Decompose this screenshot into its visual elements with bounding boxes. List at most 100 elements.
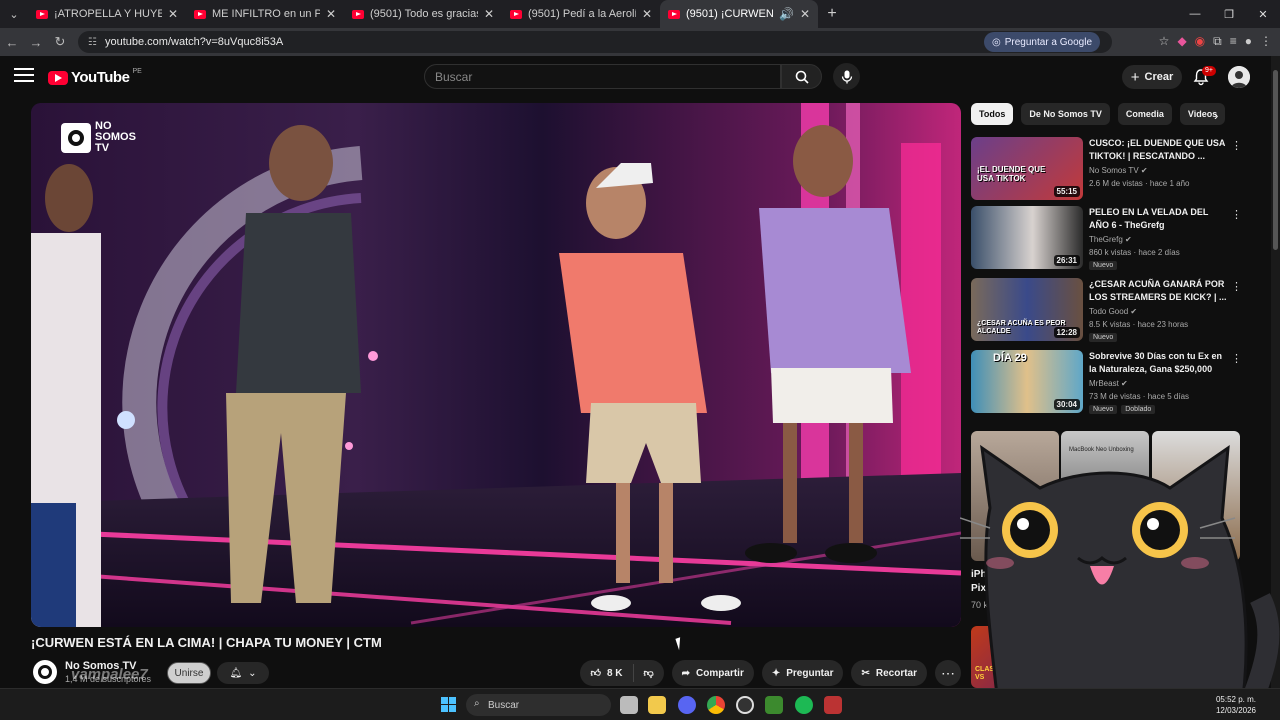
kebab-menu-icon[interactable]: ⋮: [1231, 208, 1242, 221]
ask-google-button[interactable]: ◎ Preguntar a Google: [984, 32, 1101, 52]
badge-row: Nuevo: [1089, 261, 1118, 270]
task-view-icon[interactable]: [620, 696, 638, 714]
short-thumbnail[interactable]: MacBook Neo Unboxing: [1061, 431, 1149, 561]
user-avatar[interactable]: [1228, 66, 1250, 88]
video-title[interactable]: GUARDI Live: [1161, 626, 1231, 639]
minimize-icon[interactable]: —: [1178, 0, 1212, 28]
chip-videos[interactable]: Videos: [1179, 103, 1226, 125]
video-title[interactable]: ¿CESAR ACUÑA GANARÁ POR LOS STREAMERS DE…: [1089, 278, 1227, 304]
kebab-menu-icon[interactable]: ⋮: [1231, 352, 1242, 365]
user-watermark: vampalee7: [71, 666, 148, 683]
browser-tab[interactable]: (9501) Pedí a la Aerolínea que ✕: [502, 0, 660, 28]
tab-search-button[interactable]: ⌄: [0, 0, 28, 28]
puzzle-icon[interactable]: ⧉: [1213, 34, 1222, 49]
browser-tab[interactable]: (9501) Todo es gracias y culpa ✕: [344, 0, 502, 28]
short-thumbnail[interactable]: [971, 431, 1059, 561]
like-count: 8 K: [606, 667, 623, 679]
video-title[interactable]: PELEO EN LA VELADA DEL AÑO 6 - TheGrefg: [1089, 206, 1227, 232]
kebab-menu-icon[interactable]: ⋮: [1231, 139, 1242, 152]
video-thumbnail[interactable]: 26:31: [971, 206, 1083, 269]
browser-tab-active[interactable]: (9501) ¡CURWEN ESTÁ EN LA 🔊 ✕: [660, 0, 818, 28]
channel-name[interactable]: TheGrefg ✔︎: [1089, 235, 1132, 244]
close-window-icon[interactable]: ✕: [1246, 0, 1280, 28]
channel-name[interactable]: Todo Good ✔︎: [1089, 307, 1137, 316]
verified-icon: ✔︎: [1121, 379, 1128, 388]
windows-start-icon[interactable]: [441, 697, 456, 712]
chevron-right-icon[interactable]: ›: [1214, 108, 1218, 123]
voice-search-button[interactable]: [833, 63, 860, 90]
video-player[interactable]: NO SOMOS TV: [31, 103, 961, 627]
search-button[interactable]: [781, 64, 822, 89]
menu-kebab-icon[interactable]: ⋮: [1260, 34, 1272, 49]
short-title[interactable]: iPhone vs Pixel1 3 vs 3: [971, 568, 1031, 596]
tab-close-icon[interactable]: ✕: [326, 7, 336, 21]
video-thumbnail[interactable]: CLASIFICATORIA 5 VS: [971, 626, 1083, 688]
recommendation-item[interactable]: CLASIFICATORIA 5 VS GUARDI Live yZ ⋮: [971, 626, 1242, 688]
kebab-menu-icon[interactable]: ⋮: [1231, 628, 1242, 641]
share-button[interactable]: ➦ Compartir: [671, 660, 754, 686]
chrome-icon[interactable]: [707, 696, 725, 714]
recommendation-item[interactable]: ¡EL DUENDE QUE USA TIKTOK 55:15 CUSCO: ¡…: [971, 137, 1242, 203]
tab-close-icon[interactable]: ✕: [168, 7, 178, 21]
verified-icon: ✔︎: [1130, 307, 1138, 316]
reading-list-icon[interactable]: ≡: [1230, 34, 1237, 49]
search-input[interactable]: Buscar: [424, 64, 781, 89]
tab-close-icon[interactable]: ✕: [642, 7, 652, 21]
channel-name: yZ: [1171, 656, 1180, 665]
video-thumbnail[interactable]: ¡EL DUENDE QUE USA TIKTOK 55:15: [971, 137, 1083, 200]
video-thumbnail[interactable]: DÍA 29 30:04: [971, 350, 1083, 413]
site-info-icon[interactable]: ☷: [88, 37, 97, 48]
taskbar-search[interactable]: ⌕ Buscar: [466, 694, 611, 716]
scrollbar-thumb[interactable]: [1273, 70, 1278, 250]
chip-from-channel[interactable]: De No Somos TV: [1021, 103, 1110, 125]
extension-icon[interactable]: ◆: [1177, 34, 1186, 49]
ask-button[interactable]: ✦ Preguntar: [761, 660, 844, 686]
back-icon[interactable]: ←: [0, 28, 24, 56]
chip-all[interactable]: Todos: [971, 103, 1014, 125]
create-button[interactable]: + Crear: [1122, 65, 1182, 89]
tab-close-icon[interactable]: ✕: [800, 7, 810, 21]
file-explorer-icon[interactable]: [648, 696, 666, 714]
recommendation-item[interactable]: ¿CESAR ACUÑA ES PEOR ALCALDE 12:28 ¿CESA…: [971, 278, 1242, 344]
like-button[interactable]: 👍︎ 8 K: [580, 664, 634, 682]
taskbar-clock[interactable]: 05:52 p. m. 12/03/2026: [1216, 694, 1256, 716]
badge-row: Nuevo: [1089, 333, 1118, 342]
restore-icon[interactable]: ❐: [1212, 0, 1246, 28]
new-tab-button[interactable]: +: [818, 5, 846, 23]
minecraft-icon[interactable]: [765, 696, 783, 714]
obs-icon[interactable]: [736, 696, 754, 714]
clip-button[interactable]: ✂ Recortar: [851, 660, 927, 686]
channel-name[interactable]: No Somos TV ✔︎: [1089, 166, 1148, 175]
browser-tab[interactable]: ¡ATROPELLA Y HUYE! Policía ca ✕: [28, 0, 186, 28]
channel-name[interactable]: MrBeast ✔︎: [1089, 379, 1128, 388]
discord-icon[interactable]: [678, 696, 696, 714]
tab-close-icon[interactable]: ✕: [484, 7, 494, 21]
bookmark-star-icon[interactable]: ☆: [1159, 34, 1170, 49]
dislike-button[interactable]: 👎︎: [634, 667, 664, 679]
video-title[interactable]: CUSCO: ¡EL DUENDE QUE USA TIKTOK! | RESC…: [1089, 137, 1227, 163]
recommendation-item[interactable]: 26:31 PELEO EN LA VELADA DEL AÑO 6 - The…: [971, 206, 1242, 272]
hamburger-menu-icon[interactable]: [14, 68, 34, 84]
app-icon[interactable]: [824, 696, 842, 714]
url-input[interactable]: ☷ youtube.com/watch?v=8uVquc8i53A: [78, 31, 1112, 53]
subscription-bell-button[interactable]: 🔔︎ ⌄: [217, 662, 269, 684]
browser-tab[interactable]: ME INFILTRO en un PARTY FUN ✕: [186, 0, 344, 28]
forward-icon[interactable]: →: [24, 28, 48, 56]
youtube-logo[interactable]: YouTube PE: [48, 68, 142, 86]
profile-icon[interactable]: ●: [1245, 34, 1252, 49]
more-actions-button[interactable]: ⋯: [935, 660, 961, 686]
country-code: PE: [132, 68, 142, 75]
join-button[interactable]: Unirse: [167, 662, 211, 684]
video-title[interactable]: Sobrevive 30 Días con tu Ex en la Natura…: [1089, 350, 1227, 376]
short-thumbnail[interactable]: [1152, 431, 1240, 561]
spotify-icon[interactable]: [795, 696, 813, 714]
chip-comedy[interactable]: Comedia: [1117, 103, 1172, 125]
video-thumbnail[interactable]: ¿CESAR ACUÑA ES PEOR ALCALDE 12:28: [971, 278, 1083, 341]
channel-avatar[interactable]: [33, 660, 57, 684]
extension-icon[interactable]: ◉: [1195, 34, 1205, 49]
reload-icon[interactable]: ↻: [48, 28, 72, 56]
speaker-icon[interactable]: 🔊: [779, 7, 794, 21]
recommendation-item[interactable]: DÍA 29 30:04 Sobrevive 30 Días con tu Ex…: [971, 350, 1242, 416]
short-title[interactable]: Unboxing a Mac Pro: [1152, 568, 1232, 596]
kebab-menu-icon[interactable]: ⋮: [1231, 280, 1242, 293]
